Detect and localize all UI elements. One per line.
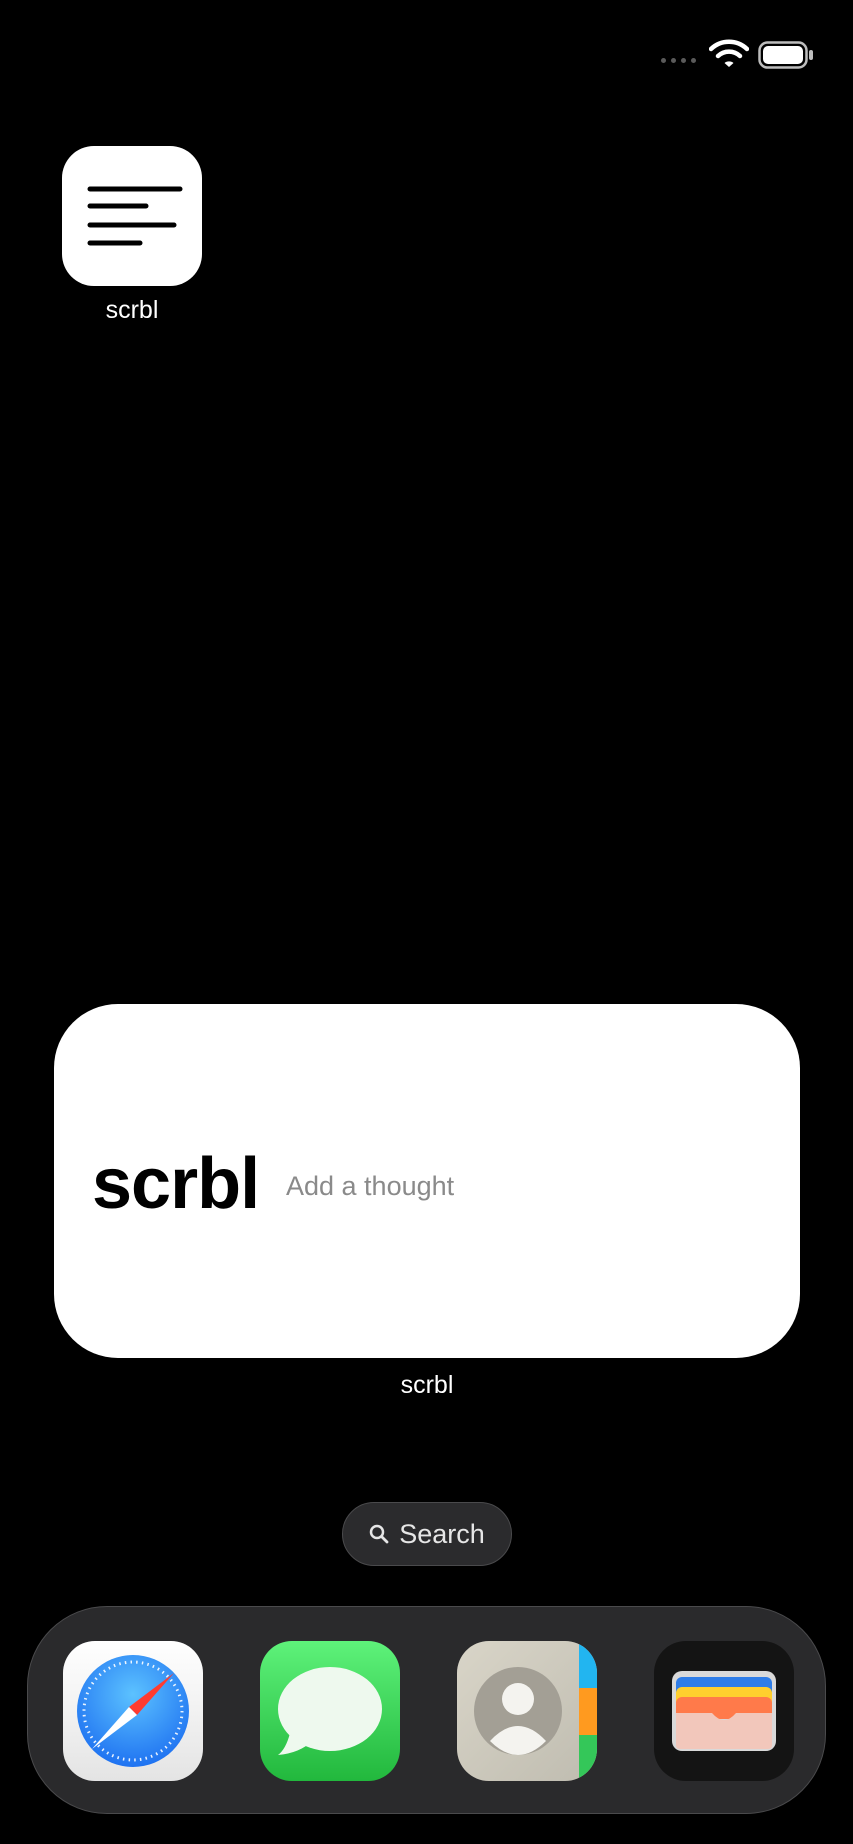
dock [27, 1606, 826, 1814]
dock-app-contacts[interactable] [457, 1641, 597, 1781]
status-bar [0, 0, 853, 110]
cellular-signal-icon [661, 58, 696, 63]
speech-bubble-icon [260, 1641, 400, 1781]
wifi-icon [709, 39, 749, 67]
wallet-cards-icon [654, 1641, 794, 1781]
widget-label: scrbl [400, 1371, 454, 1399]
magnifier-icon [369, 1524, 389, 1544]
scrbl-app-icon[interactable] [62, 146, 202, 286]
dock-app-safari[interactable] [63, 1641, 203, 1781]
dock-app-messages[interactable] [260, 1641, 400, 1781]
battery-icon [758, 41, 813, 69]
notes-lines-icon [87, 186, 183, 246]
app-label: scrbl [105, 296, 159, 324]
thought-input[interactable] [286, 1166, 746, 1206]
search-label: Search [399, 1518, 485, 1549]
dock-app-wallet[interactable] [654, 1641, 794, 1781]
person-icon [457, 1641, 597, 1781]
compass-icon [63, 1641, 203, 1781]
widget-title: scrbl [92, 1144, 260, 1224]
search-button[interactable]: Search [342, 1502, 512, 1566]
scrbl-widget[interactable]: scrbl [54, 1004, 800, 1358]
